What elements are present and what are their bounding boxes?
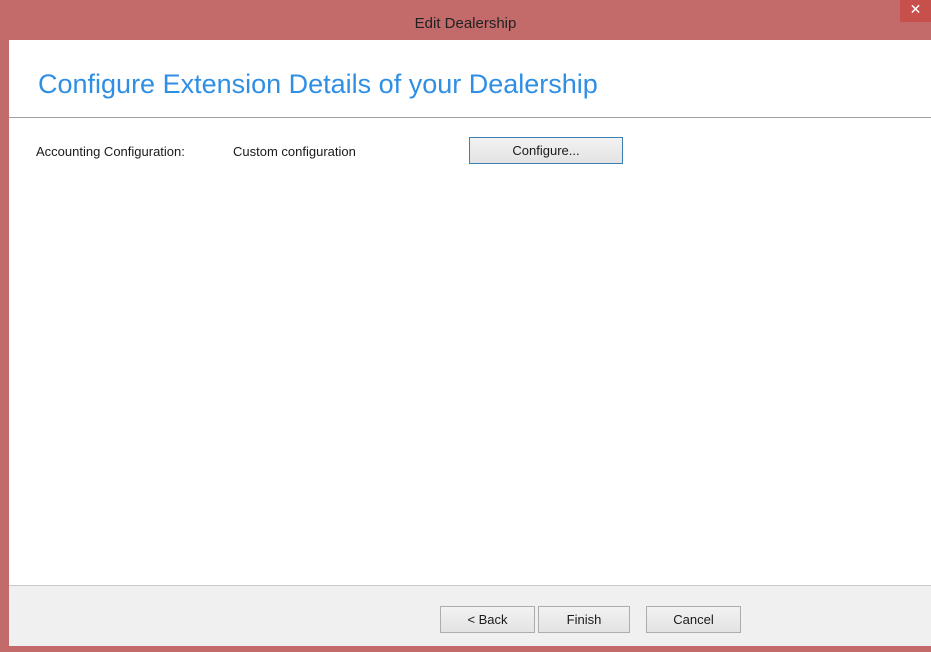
finish-button[interactable]: Finish [538,606,630,633]
footer-bar: < Back Finish Cancel [9,585,931,646]
accounting-configuration-label: Accounting Configuration: [36,144,185,159]
close-icon[interactable]: ✕ [900,0,931,22]
configure-button[interactable]: Configure... [469,137,623,164]
dialog-content: Configure Extension Details of your Deal… [9,40,931,646]
cancel-button[interactable]: Cancel [646,606,741,633]
accounting-configuration-value: Custom configuration [233,144,356,159]
back-button[interactable]: < Back [440,606,535,633]
page-title: Configure Extension Details of your Deal… [38,69,598,99]
header-area: Configure Extension Details of your Deal… [9,40,931,118]
dialog-window: Edit Dealership ✕ Configure Extension De… [0,0,931,652]
window-title: Edit Dealership [414,15,517,32]
title-bar[interactable]: Edit Dealership ✕ [0,0,931,40]
